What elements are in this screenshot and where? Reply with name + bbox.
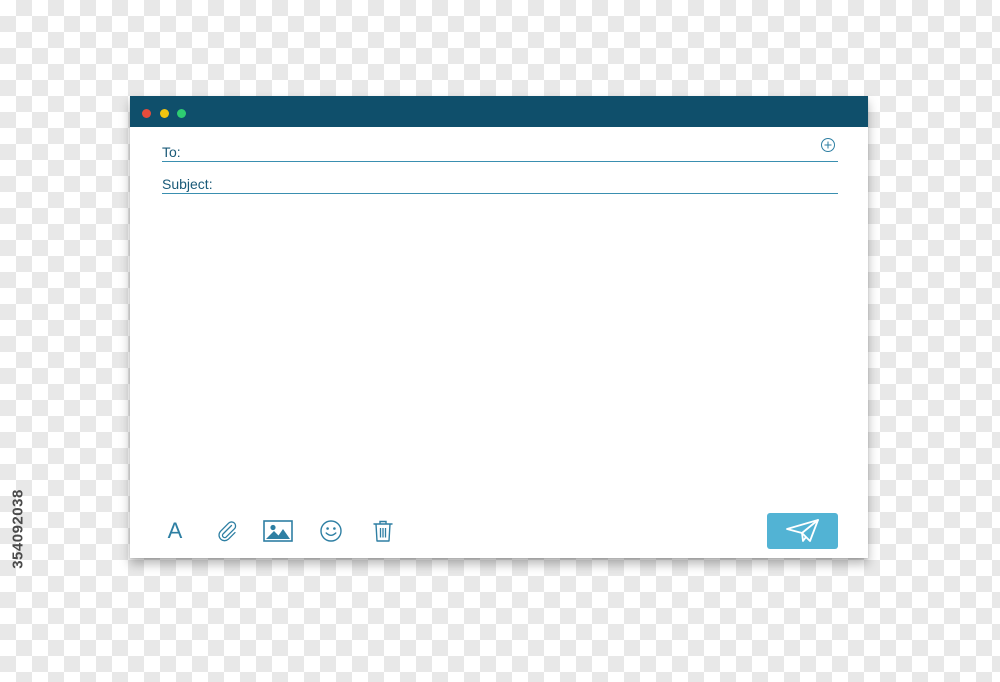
to-input[interactable] [192,144,808,160]
to-field-row: To: [162,144,838,162]
discard-draft-button[interactable] [368,516,398,546]
subject-field-row: Subject: [162,176,838,194]
window-title-bar [130,96,868,127]
add-recipient-button[interactable] [820,137,836,153]
stock-id-label: 354092038 [8,448,28,610]
plus-circle-icon [821,138,835,152]
insert-image-button[interactable] [263,516,293,546]
emoji-icon [320,520,342,542]
send-button[interactable] [767,513,838,549]
insert-emoji-button[interactable] [316,516,346,546]
text-format-button[interactable]: A [160,516,190,546]
window-close-button[interactable] [142,109,151,118]
window-minimize-button[interactable] [160,109,169,118]
paperclip-icon [218,521,237,542]
subject-input[interactable] [228,176,834,192]
subject-label: Subject: [162,176,213,192]
to-label: To: [162,144,181,160]
message-body-textarea[interactable] [162,204,838,504]
image-icon [263,520,293,542]
window-maximize-button[interactable] [177,109,186,118]
trash-icon [373,520,393,542]
font-format-icon: A [167,518,183,543]
attach-file-button[interactable] [212,516,242,546]
stock-id-text: 354092038 [9,489,27,569]
paper-plane-icon [785,519,819,542]
email-compose-window: To: Subject: A [130,96,868,558]
